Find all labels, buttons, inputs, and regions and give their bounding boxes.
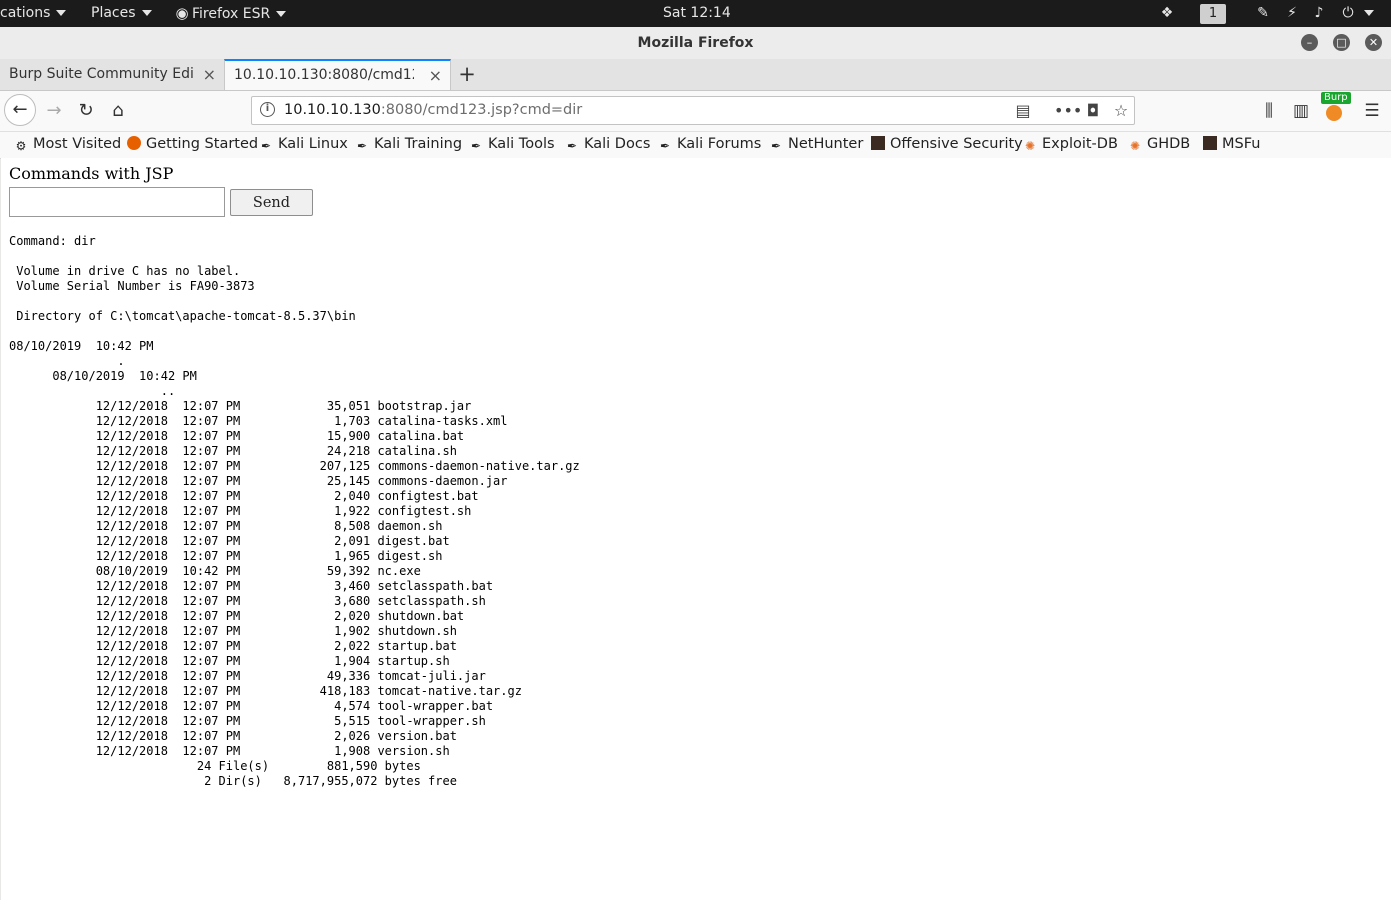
page-actions-icon[interactable]: ••• (1054, 97, 1082, 124)
url-bar[interactable]: i 10.10.10.130:8080/cmd123.jsp?cmd=dir ▤… (251, 96, 1135, 125)
burp-extension-icon[interactable] (1326, 105, 1342, 121)
pocket-icon[interactable]: ◘ (1082, 97, 1104, 124)
url-host: 10.10.10.130 (284, 102, 381, 118)
bookmark-kali-linux[interactable]: ✒ Kali Linux (259, 132, 348, 158)
tab-title: 10.10.10.130:8080/cmd123.jsp?cmd=dir (234, 67, 414, 83)
command-input[interactable] (9, 187, 225, 217)
url-path: :8080/cmd123.jsp?cmd=dir (380, 102, 583, 118)
kali-icon: ✒ (356, 139, 368, 153)
bookmark-kali-docs[interactable]: ✒ Kali Docs (565, 132, 650, 158)
firefox-icon (127, 136, 141, 150)
page-title: Commands with JSP (9, 164, 174, 183)
exploitdb-icon: ✺ (1024, 139, 1036, 153)
bookmark-nethunter[interactable]: ✒ NetHunter (769, 132, 863, 158)
arrow-right-icon: → (46, 100, 62, 121)
forward-button[interactable]: → (42, 99, 66, 123)
maximize-icon[interactable]: □ (1333, 34, 1350, 51)
bookmark-label: Getting Started (146, 136, 259, 152)
window-titlebar[interactable]: Mozilla Firefox – □ ✕ (0, 27, 1391, 60)
tab-close-icon[interactable]: × (429, 61, 442, 90)
new-tab-button[interactable]: + (456, 59, 478, 90)
burp-badge: Burp (1321, 92, 1351, 104)
bookmark-label: NetHunter (788, 136, 864, 152)
firefox-window: Mozilla Firefox – □ ✕ Burp Suite Communi… (0, 27, 1391, 900)
gear-icon: ⚙ (15, 139, 27, 153)
bookmark-label: Kali Docs (584, 136, 651, 152)
power-icon: ⏻ (1342, 5, 1354, 21)
kali-icon: ✒ (470, 139, 482, 153)
bookmark-kali-forums[interactable]: ✒ Kali Forums (658, 132, 761, 158)
pen-tool-icon[interactable]: ✎ (1253, 0, 1273, 27)
bookmark-label: Most Visited (33, 136, 122, 152)
home-button[interactable]: ⌂ (106, 99, 130, 123)
network-icon[interactable]: ⚡ (1282, 0, 1302, 27)
send-button[interactable]: Send (230, 189, 313, 216)
firefox-app-icon: ◉ (175, 4, 189, 22)
kali-icon: ✒ (260, 139, 272, 153)
sidebar-icon[interactable]: ▥ (1289, 99, 1313, 123)
bookmark-most-visited[interactable]: ⚙ Most Visited (14, 132, 122, 158)
kali-icon: ✒ (659, 139, 671, 153)
bookmark-msfu[interactable]: MSFu (1203, 132, 1260, 158)
reload-icon: ↻ (78, 100, 94, 121)
screen-share-icon[interactable]: ❖ (1157, 0, 1177, 27)
workspace-indicator[interactable]: 1 (1200, 0, 1226, 27)
chevron-down-icon (1364, 10, 1374, 16)
bookmark-label: Kali Forums (677, 136, 762, 152)
offsec-icon (1203, 136, 1217, 150)
bookmark-label: Kali Linux (278, 136, 348, 152)
bookmark-kali-tools[interactable]: ✒ Kali Tools (469, 132, 555, 158)
navigation-toolbar: ← → ↻ ⌂ i 10.10.10.130:8080/cmd123.jsp?c… (0, 91, 1391, 132)
clock[interactable]: Sat 12:14 (663, 0, 731, 27)
places-label: Places (91, 5, 136, 21)
applications-label: cations (0, 5, 51, 21)
active-app-label: Firefox ESR (192, 6, 271, 22)
info-icon[interactable]: i (260, 102, 275, 117)
back-button[interactable]: ← (4, 94, 36, 126)
bookmark-getting-started[interactable]: Getting Started (127, 132, 258, 158)
bookmarks-toolbar: ⚙ Most Visited Getting Started ✒ Kali Linu… (0, 132, 1391, 159)
minimize-icon[interactable]: – (1301, 34, 1318, 51)
bookmark-ghdb[interactable]: ✺ GHDB (1128, 132, 1190, 158)
tab-close-icon[interactable]: × (203, 59, 216, 90)
bookmark-label: Offensive Security (890, 136, 1023, 152)
exploitdb-icon: ✺ (1129, 139, 1141, 153)
offsec-icon (871, 136, 885, 150)
places-menu[interactable]: Places (91, 0, 152, 27)
bookmark-label: MSFu (1222, 136, 1261, 152)
library-icon[interactable]: ⫼ (1257, 99, 1281, 123)
kali-icon: ✒ (566, 139, 578, 153)
bookmark-label: Exploit-DB (1042, 136, 1118, 152)
bookmark-label: Kali Training (374, 136, 463, 152)
bookmark-star-icon[interactable]: ☆ (1110, 97, 1132, 124)
bookmark-kali-training[interactable]: ✒ Kali Training (355, 132, 462, 158)
command-output: Command: dir Volume in drive C has no la… (9, 234, 580, 788)
home-icon: ⌂ (112, 100, 124, 121)
close-icon[interactable]: ✕ (1365, 34, 1382, 51)
tab-title: Burp Suite Community Edition (9, 66, 194, 82)
window-title: Mozilla Firefox (637, 35, 754, 51)
reload-button[interactable]: ↻ (74, 99, 98, 123)
tab-strip: Burp Suite Community Edition × 10.10.10.… (0, 59, 1391, 91)
power-menu[interactable]: ⏻ (1338, 0, 1374, 27)
arrow-left-icon: ← (12, 99, 28, 120)
chevron-down-icon (141, 10, 152, 16)
tab-burp-suite[interactable]: Burp Suite Community Edition × (0, 59, 224, 90)
applications-menu[interactable]: cations (0, 0, 67, 27)
chevron-down-icon (276, 11, 287, 17)
chevron-down-icon (56, 10, 67, 16)
kali-icon: ✒ (770, 139, 782, 153)
bookmark-label: Kali Tools (488, 136, 555, 152)
page-content: Commands with JSP Send Command: dir Volu… (1, 158, 1391, 900)
active-app-menu[interactable]: ◉ Firefox ESR (172, 0, 287, 27)
bookmark-offensive-security[interactable]: Offensive Security (871, 132, 1023, 158)
reader-view-icon[interactable]: ▤ (1012, 97, 1034, 124)
tab-cmd-jsp[interactable]: 10.10.10.130:8080/cmd123.jsp?cmd=dir × (224, 59, 451, 90)
hamburger-menu-icon[interactable]: ☰ (1360, 99, 1384, 123)
url-text[interactable]: 10.10.10.130:8080/cmd123.jsp?cmd=dir (284, 97, 582, 124)
volume-icon[interactable]: ♪ (1309, 0, 1329, 27)
bookmark-exploit-db[interactable]: ✺ Exploit-DB (1023, 132, 1118, 158)
gnome-top-bar: cations Places ◉ Firefox ESR Sat 12:14 ❖ … (0, 0, 1391, 27)
bookmark-label: GHDB (1147, 136, 1191, 152)
